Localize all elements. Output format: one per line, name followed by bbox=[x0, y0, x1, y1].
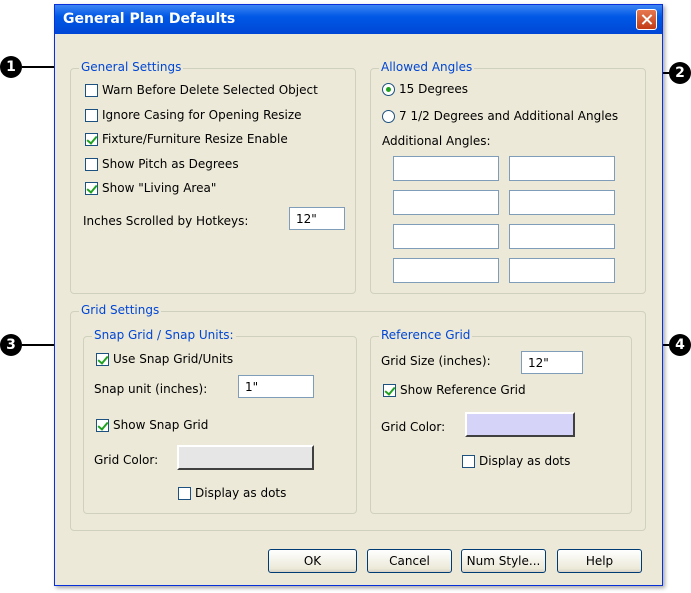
show-snap-grid-checkbox[interactable]: Show Snap Grid bbox=[96, 418, 208, 432]
callout-3: 3 bbox=[0, 334, 22, 356]
reference-grid-color-swatch[interactable] bbox=[465, 412, 575, 437]
radio-7-5-degrees[interactable]: 7 1/2 Degrees and Additional Angles bbox=[382, 109, 618, 123]
checkbox-box bbox=[96, 352, 109, 366]
checkbox-label: Warn Before Delete Selected Object bbox=[102, 83, 318, 97]
snap-unit-input[interactable]: 1" bbox=[238, 375, 314, 398]
hotkeys-input[interactable]: 12" bbox=[289, 207, 345, 230]
callout-4: 4 bbox=[669, 334, 691, 356]
additional-angle-input[interactable] bbox=[509, 224, 615, 249]
checkbox-label: Display as dots bbox=[479, 454, 571, 468]
dialog-title: General Plan Defaults bbox=[63, 11, 236, 27]
checkbox-label: Show Reference Grid bbox=[400, 383, 526, 397]
additional-angles-label: Additional Angles: bbox=[382, 134, 491, 148]
checkbox-label: Ignore Casing for Opening Resize bbox=[102, 108, 302, 122]
snap-display-dots-checkbox[interactable]: Display as dots bbox=[178, 486, 286, 500]
checkbox-box bbox=[85, 108, 98, 122]
use-snap-grid-checkbox[interactable]: Use Snap Grid/Units bbox=[96, 352, 233, 366]
checkbox-box bbox=[85, 132, 98, 146]
additional-angle-input[interactable] bbox=[393, 258, 499, 283]
radio-15-degrees[interactable]: 15 Degrees bbox=[382, 82, 468, 96]
additional-angle-input[interactable] bbox=[393, 156, 499, 181]
additional-angle-input[interactable] bbox=[509, 156, 615, 181]
callout-2: 2 bbox=[669, 62, 691, 84]
grid-size-input[interactable]: 12" bbox=[521, 351, 583, 374]
radio-dot bbox=[382, 82, 395, 96]
reference-display-dots-checkbox[interactable]: Display as dots bbox=[462, 454, 570, 468]
checkbox-box bbox=[178, 486, 191, 500]
ok-button[interactable]: OK bbox=[268, 549, 357, 573]
grid-size-label: Grid Size (inches): bbox=[381, 354, 491, 368]
checkbox-box bbox=[383, 383, 396, 397]
snap-grid-legend: Snap Grid / Snap Units: bbox=[92, 328, 236, 342]
help-button[interactable]: Help bbox=[557, 549, 642, 573]
show-living-area-checkbox[interactable]: Show "Living Area" bbox=[85, 181, 216, 195]
checkbox-box bbox=[85, 157, 98, 171]
reference-grid-color-label: Grid Color: bbox=[381, 420, 446, 434]
snap-grid-color-swatch[interactable] bbox=[177, 445, 314, 470]
checkbox-box bbox=[85, 181, 98, 195]
additional-angle-input[interactable] bbox=[509, 258, 615, 283]
additional-angle-input[interactable] bbox=[509, 190, 615, 215]
checkbox-label: Show Snap Grid bbox=[113, 418, 209, 432]
checkbox-box bbox=[462, 454, 475, 468]
grid-settings-legend: Grid Settings bbox=[79, 303, 162, 317]
callout-1: 1 bbox=[0, 56, 22, 78]
checkbox-label: Show Pitch as Degrees bbox=[102, 157, 239, 171]
checkbox-box bbox=[96, 418, 109, 432]
checkbox-label: Show "Living Area" bbox=[102, 181, 217, 195]
reference-grid-legend: Reference Grid bbox=[379, 328, 473, 342]
snap-unit-label: Snap unit (inches): bbox=[94, 382, 208, 396]
allowed-angles-legend: Allowed Angles bbox=[379, 60, 475, 74]
show-reference-grid-checkbox[interactable]: Show Reference Grid bbox=[383, 383, 526, 397]
radio-label: 7 1/2 Degrees and Additional Angles bbox=[399, 109, 619, 123]
ignore-casing-checkbox[interactable]: Ignore Casing for Opening Resize bbox=[85, 108, 302, 122]
warn-before-delete-checkbox[interactable]: Warn Before Delete Selected Object bbox=[85, 83, 318, 97]
checkbox-label: Use Snap Grid/Units bbox=[113, 352, 234, 366]
additional-angle-input[interactable] bbox=[393, 190, 499, 215]
radio-dot bbox=[382, 109, 395, 123]
hotkeys-label: Inches Scrolled by Hotkeys: bbox=[83, 214, 249, 228]
general-settings-legend: General Settings bbox=[79, 60, 184, 74]
general-plan-defaults-dialog: General Plan Defaults General Settings W… bbox=[54, 4, 663, 586]
checkbox-box bbox=[85, 83, 98, 97]
show-pitch-degrees-checkbox[interactable]: Show Pitch as Degrees bbox=[85, 157, 239, 171]
snap-grid-color-label: Grid Color: bbox=[94, 453, 159, 467]
checkbox-label: Fixture/Furniture Resize Enable bbox=[102, 132, 288, 146]
fixture-resize-checkbox[interactable]: Fixture/Furniture Resize Enable bbox=[85, 132, 288, 146]
additional-angle-input[interactable] bbox=[393, 224, 499, 249]
cancel-button[interactable]: Cancel bbox=[367, 549, 452, 573]
checkbox-label: Display as dots bbox=[195, 486, 287, 500]
title-bar[interactable]: General Plan Defaults bbox=[55, 5, 662, 34]
close-icon[interactable] bbox=[636, 9, 657, 30]
radio-label: 15 Degrees bbox=[399, 82, 469, 96]
num-style-button[interactable]: Num Style... bbox=[461, 549, 546, 573]
